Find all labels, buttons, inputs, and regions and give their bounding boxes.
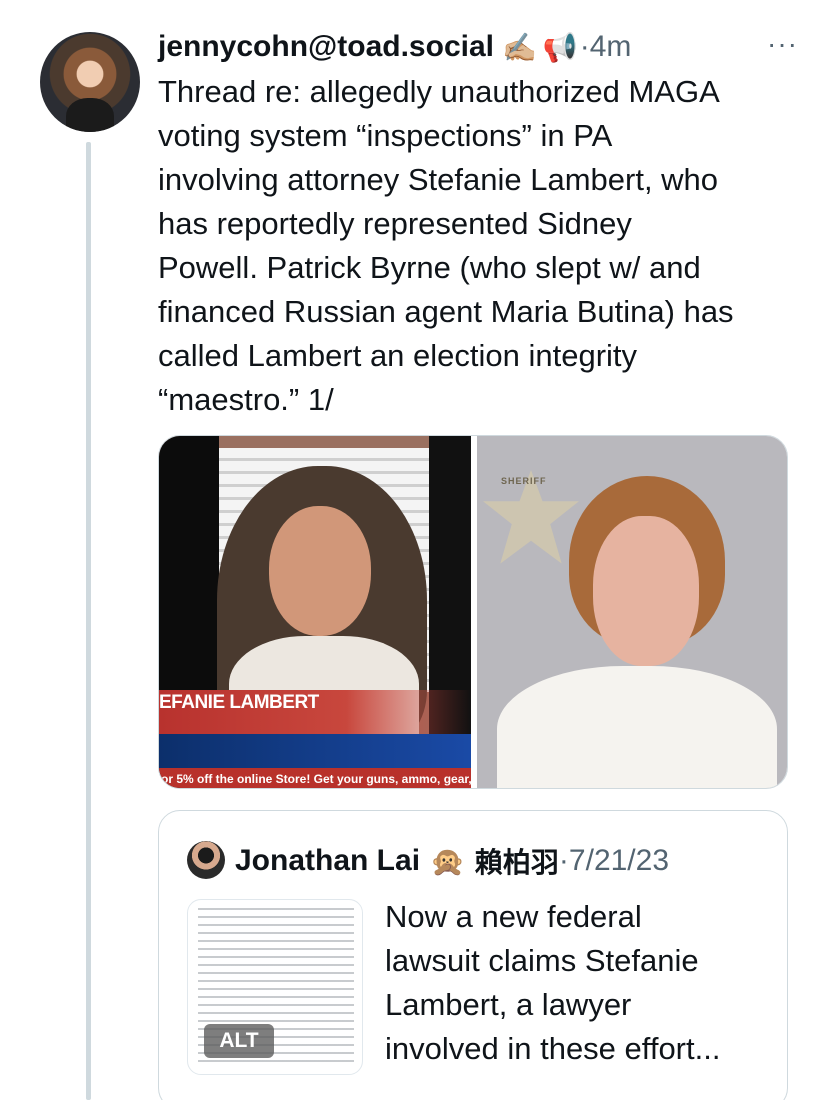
quoted-tweet-card[interactable]: Jonathan Lai 🙊 賴柏羽 · 7/21/23 ALT Now a n… [158, 810, 788, 1100]
tweet-media-grid: EFANIE LAMBERT or 5% off the online Stor… [158, 435, 788, 789]
more-options-icon[interactable]: ··· [767, 28, 798, 60]
tweet-timestamp[interactable]: 4m [590, 30, 632, 64]
writing-hand-icon: ✍🏼 [501, 31, 537, 63]
header-separator: · [579, 30, 590, 63]
quoted-tweet-header: Jonathan Lai 🙊 賴柏羽 · 7/21/23 [235, 841, 669, 881]
quoted-tweet-text: Now a new federal lawsuit claims Stefani… [385, 899, 721, 1066]
tweet-body-text: Thread re: allegedly unauthorized MAGA v… [158, 74, 734, 417]
person-body [497, 666, 777, 788]
quoted-header-separator: · [558, 844, 569, 877]
author-handle[interactable]: jennycohn@toad.social [158, 30, 494, 64]
quoted-document-thumbnail[interactable]: ALT [187, 899, 363, 1075]
person-face [269, 506, 371, 636]
sheriff-badge-label: SHERIFF [501, 476, 547, 486]
author-avatar[interactable] [40, 32, 140, 132]
see-no-evil-monkey-icon: 🙊 [430, 845, 465, 877]
news-blue-bar [159, 734, 471, 768]
media-image-stefanie-lambert[interactable]: EFANIE LAMBERT or 5% off the online Stor… [159, 436, 471, 788]
tweet-header: jennycohn@toad.social ✍🏼 📢 · 4m ··· [158, 28, 798, 66]
media-image-mugshot[interactable]: SHERIFF [477, 436, 787, 788]
lower-third-name: EFANIE LAMBERT [159, 692, 319, 713]
thread-connector-line [86, 142, 91, 1100]
news-ticker-text: or 5% off the online Store! Get your gun… [161, 772, 471, 786]
quoted-tweet-date: 7/21/23 [568, 844, 670, 877]
quoted-author-name: Jonathan Lai [235, 844, 421, 877]
megaphone-icon: 📢 [542, 31, 578, 63]
alt-text-badge[interactable]: ALT [204, 1024, 274, 1058]
quoted-author-cjk-name: 賴柏羽 [474, 846, 559, 879]
person-face [593, 516, 699, 666]
quoted-author-avatar [187, 841, 225, 879]
